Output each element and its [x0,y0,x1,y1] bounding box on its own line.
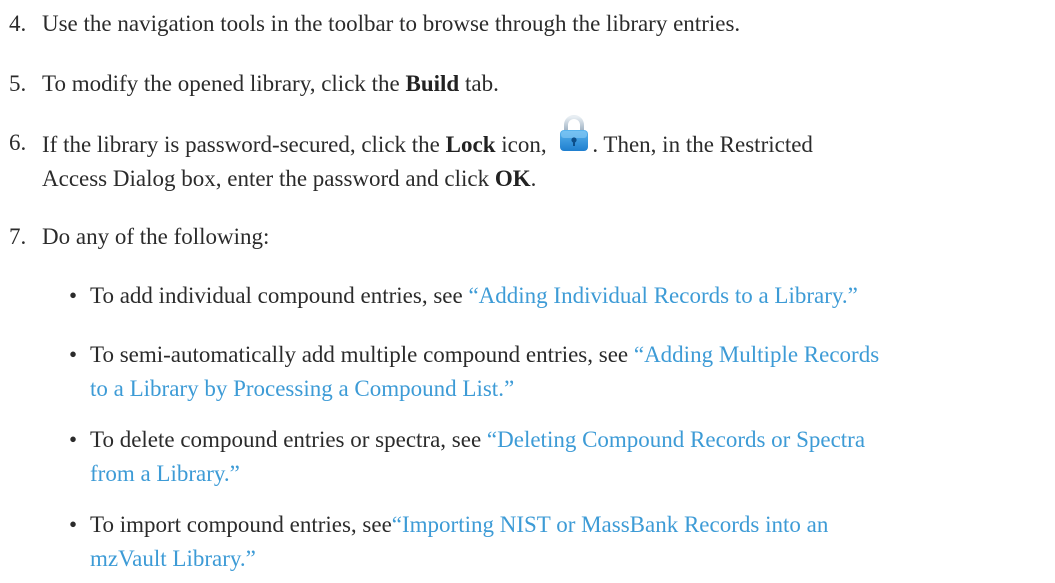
build-tab-label: Build [405,71,460,96]
step-6: 6. If the library is password-secured, c… [0,115,1040,196]
bullet-text-pre: To delete compound entries or spectra, s… [90,427,487,452]
link-importing-nist-records[interactable]: “Importing NIST or MassBank Records into… [392,512,829,537]
bullet-text: To import compound entries, see“Importin… [90,508,1040,576]
ok-label: OK [494,166,531,191]
step-text-mid: icon, [495,132,553,157]
list-item: • To delete compound entries or spectra,… [0,423,1040,491]
step-text: Use the navigation tools in the toolbar … [42,11,741,36]
bullet-line-2: mzVault Library.” [90,542,1040,576]
step-number: 5. [9,71,27,96]
step-5: 5. To modify the opened library, click t… [0,67,1040,101]
link-deleting-compound-records[interactable]: “Deleting Compound Records or Spectra [487,427,865,452]
bullet-text: To add individual compound entries, see … [90,279,1040,313]
bullet-line-2: from a Library.” [90,457,1040,491]
step-line-2: Access Dialog box, enter the password an… [42,162,1002,196]
bullet-text: To delete compound entries or spectra, s… [90,423,1040,491]
list-item: • To import compound entries, see“Import… [0,508,1040,576]
link-importing-nist-records-cont[interactable]: mzVault Library.” [90,546,256,571]
bullet-glyph: • [69,283,78,308]
bullet-glyph: • [69,512,78,537]
bullet-line-1: To semi-automatically add multiple compo… [90,338,1040,372]
step-text-post: tab. [459,71,499,96]
lock-label: Lock [445,132,496,157]
bullet-glyph: • [69,342,78,367]
bullet-text-pre: To import compound entries, see [90,512,392,537]
bullet-text: To semi-automatically add multiple compo… [90,338,1040,406]
step-number: 6. [9,130,27,155]
step-text-pre: To modify the opened library, click the [42,71,406,96]
bullet-text-pre: To add individual compound entries, see [90,283,469,308]
bullet-line-1: To import compound entries, see“Importin… [90,508,1040,542]
list-item: • To add individual compound entries, se… [0,279,1040,313]
step-text-line2: Access Dialog box, enter the password an… [42,166,495,191]
step-number: 7. [9,224,27,249]
step-4: 4. Use the navigation tools in the toolb… [0,7,1040,41]
link-adding-multiple-records[interactable]: “Adding Multiple Records [634,342,879,367]
step-number: 4. [9,11,27,36]
step-text: If the library is password-secured, clic… [42,115,1002,196]
step-text-pre: If the library is password-secured, clic… [42,132,446,157]
link-adding-individual-records[interactable]: “Adding Individual Records to a Library.… [468,283,857,308]
step-text: To modify the opened library, click the … [42,67,1002,101]
link-deleting-compound-records-cont[interactable]: from a Library.” [90,461,240,486]
bullet-text-pre: To semi-automatically add multiple compo… [90,342,634,367]
bullet-glyph: • [69,427,78,452]
lock-icon [558,115,590,156]
step-text-end: . [530,166,537,191]
step-text-post: . Then, in the Restricted [592,132,813,157]
step-7: 7. Do any of the following: [0,220,1040,254]
link-adding-multiple-records-cont[interactable]: to a Library by Processing a Compound Li… [90,376,514,401]
bullet-line-1: To delete compound entries or spectra, s… [90,423,1040,457]
list-item: • To semi-automatically add multiple com… [0,338,1040,406]
step-text: Do any of the following: [42,224,270,249]
step-line-1: If the library is password-secured, clic… [42,115,1002,162]
bullet-line-2: to a Library by Processing a Compound Li… [90,372,1040,406]
